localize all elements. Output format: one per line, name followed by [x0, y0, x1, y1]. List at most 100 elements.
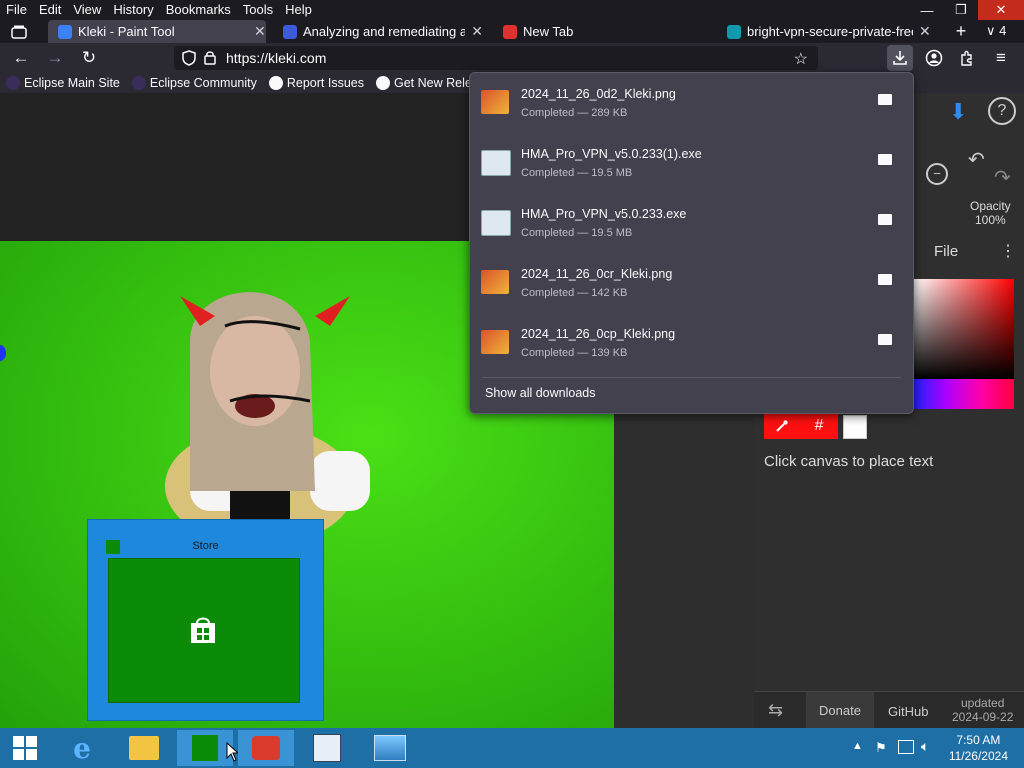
folder-icon[interactable] [878, 334, 892, 345]
tab-label: Analyzing and remediating a m [303, 24, 466, 39]
folder-icon[interactable] [878, 94, 892, 105]
updated-date: 2024-09-22 [952, 710, 1014, 724]
forward-button[interactable]: → [44, 47, 66, 69]
eyedropper-button[interactable] [764, 413, 800, 439]
menu-tools[interactable]: Tools [237, 0, 279, 20]
tray-expand-icon[interactable]: ▲ [852, 740, 863, 752]
zoom-out-icon[interactable]: − [926, 163, 948, 185]
download-status: Completed — 142 KB [521, 287, 628, 299]
menu-view[interactable]: View [67, 0, 107, 20]
github-icon [375, 75, 390, 90]
close-tab-icon[interactable]: ✕ [471, 23, 483, 40]
store-title: Store [192, 540, 219, 552]
bookmark-star-icon[interactable]: ☆ [794, 49, 808, 69]
show-all-downloads-link[interactable]: Show all downloads [485, 386, 596, 400]
kleki-footer: ⇆ Donate GitHub updated 2024-09-22 [754, 691, 1024, 728]
hue-slider[interactable] [914, 379, 1014, 409]
updated-label: updated [961, 696, 1005, 710]
internet-explorer-icon: e [73, 731, 91, 765]
donate-button[interactable]: Donate [806, 692, 874, 728]
close-button[interactable]: ✕ [978, 0, 1024, 20]
download-item[interactable]: HMA_Pro_VPN_v5.0.233.exe Completed — 19.… [470, 197, 913, 257]
downloads-button[interactable] [887, 45, 913, 71]
bookmark-label: Eclipse Community [149, 75, 257, 90]
close-tab-icon[interactable]: ✕ [919, 23, 931, 40]
github-link[interactable]: GitHub [888, 704, 928, 719]
bookmark-eclipse-community[interactable]: Eclipse Community [131, 75, 257, 90]
opacity-label: Opacity [970, 199, 1011, 213]
help-icon[interactable]: ? [988, 97, 1016, 125]
bookmark-report-issues[interactable]: Report Issues [268, 75, 364, 90]
more-options-icon[interactable]: ⋮ [1000, 241, 1016, 261]
tray-clock[interactable]: 7:50 AM 11/26/2024 [949, 732, 1008, 764]
extensions-icon[interactable] [956, 47, 978, 69]
volume-icon[interactable]: 🔈︎ [921, 738, 929, 755]
folder-icon[interactable] [878, 154, 892, 165]
store-tile[interactable] [108, 558, 300, 703]
tab-analyzing[interactable]: Analyzing and remediating a m ✕ [283, 20, 483, 43]
menu-help[interactable]: Help [279, 0, 318, 20]
url-bar[interactable]: https://kleki.com ☆ [174, 46, 818, 70]
new-tab-button[interactable]: + [950, 20, 972, 43]
restore-button[interactable]: ❐ [944, 0, 978, 20]
taskbar-firefox-dev[interactable] [238, 730, 294, 766]
text-tool-hint: Click canvas to place text [764, 453, 934, 470]
eclipse-icon [6, 75, 20, 90]
undo-icon[interactable]: ↶ [968, 147, 985, 172]
download-item[interactable]: 2024_11_26_0cr_Kleki.png Completed — 142… [470, 257, 913, 317]
store-thumbnail-preview[interactable]: Store [87, 519, 324, 721]
malwarebytes-favicon [283, 24, 297, 39]
swap-icon[interactable]: ⇆ [768, 700, 783, 721]
minimize-button[interactable]: — [910, 0, 944, 20]
download-item[interactable]: 2024_11_26_0d2_Kleki.png Completed — 289… [470, 77, 913, 137]
tab-bright-vpn[interactable]: bright-vpn-secure-private-free- ✕ [727, 20, 934, 43]
tab-overview-icon[interactable] [8, 20, 30, 43]
clock-time: 7:50 AM [956, 733, 1001, 747]
close-tab-icon[interactable]: ✕ [254, 23, 266, 40]
taskbar-store[interactable] [177, 730, 233, 766]
hex-input-button[interactable]: # [800, 413, 838, 439]
tab-kleki[interactable]: Kleki - Paint Tool ✕ [48, 20, 266, 43]
download-filename: 2024_11_26_0cp_Kleki.png [521, 327, 676, 341]
taskbar-paint[interactable] [299, 730, 355, 766]
exe-file-icon [481, 150, 511, 176]
updated-info: updated 2024-09-22 [952, 696, 1013, 724]
menu-file[interactable]: File [0, 0, 33, 20]
network-icon[interactable] [898, 740, 914, 754]
tab-new-tab[interactable]: New Tab [503, 20, 703, 43]
download-item[interactable]: HMA_Pro_VPN_v5.0.233(1).exe Completed — … [470, 137, 913, 197]
download-status: Completed — 139 KB [521, 347, 628, 359]
app-menu-icon[interactable]: ≡ [990, 47, 1012, 69]
exe-file-icon [481, 210, 511, 236]
store-icon [192, 735, 218, 761]
download-filename: HMA_Pro_VPN_v5.0.233(1).exe [521, 147, 702, 161]
tab-list-button[interactable]: ∨ 4 [986, 23, 1006, 39]
menu-edit[interactable]: Edit [33, 0, 67, 20]
bookmark-label: Report Issues [286, 75, 364, 90]
taskbar-ie[interactable]: e [54, 730, 110, 766]
shield-icon[interactable] [182, 50, 196, 69]
reload-button[interactable]: ↻ [78, 47, 100, 69]
menu-history[interactable]: History [107, 0, 159, 20]
taskbar-explorer[interactable] [116, 730, 172, 766]
download-icon [893, 51, 907, 65]
bookmark-eclipse-main[interactable]: Eclipse Main Site [6, 75, 120, 90]
lock-icon[interactable] [204, 50, 216, 68]
tab-label: Kleki - Paint Tool [78, 24, 175, 39]
download-tool-icon[interactable]: ⬇ [949, 99, 967, 125]
back-button[interactable]: ← [10, 47, 32, 69]
download-item[interactable]: 2024_11_26_0cp_Kleki.png Completed — 139… [470, 317, 913, 377]
redo-icon[interactable]: ↷ [994, 165, 1011, 190]
menu-bookmarks[interactable]: Bookmarks [160, 0, 237, 20]
image-file-icon [481, 270, 509, 294]
folder-icon[interactable] [878, 274, 892, 285]
folder-icon[interactable] [878, 214, 892, 225]
account-icon[interactable] [923, 47, 945, 69]
secondary-color-swatch[interactable] [843, 415, 867, 439]
taskbar-photos[interactable] [362, 730, 418, 766]
start-button[interactable] [0, 730, 50, 766]
file-tab[interactable]: File [934, 243, 958, 260]
action-center-flag-icon[interactable]: ⚑ [875, 740, 887, 756]
download-filename: 2024_11_26_0cr_Kleki.png [521, 267, 673, 281]
color-picker-square[interactable] [914, 279, 1014, 379]
